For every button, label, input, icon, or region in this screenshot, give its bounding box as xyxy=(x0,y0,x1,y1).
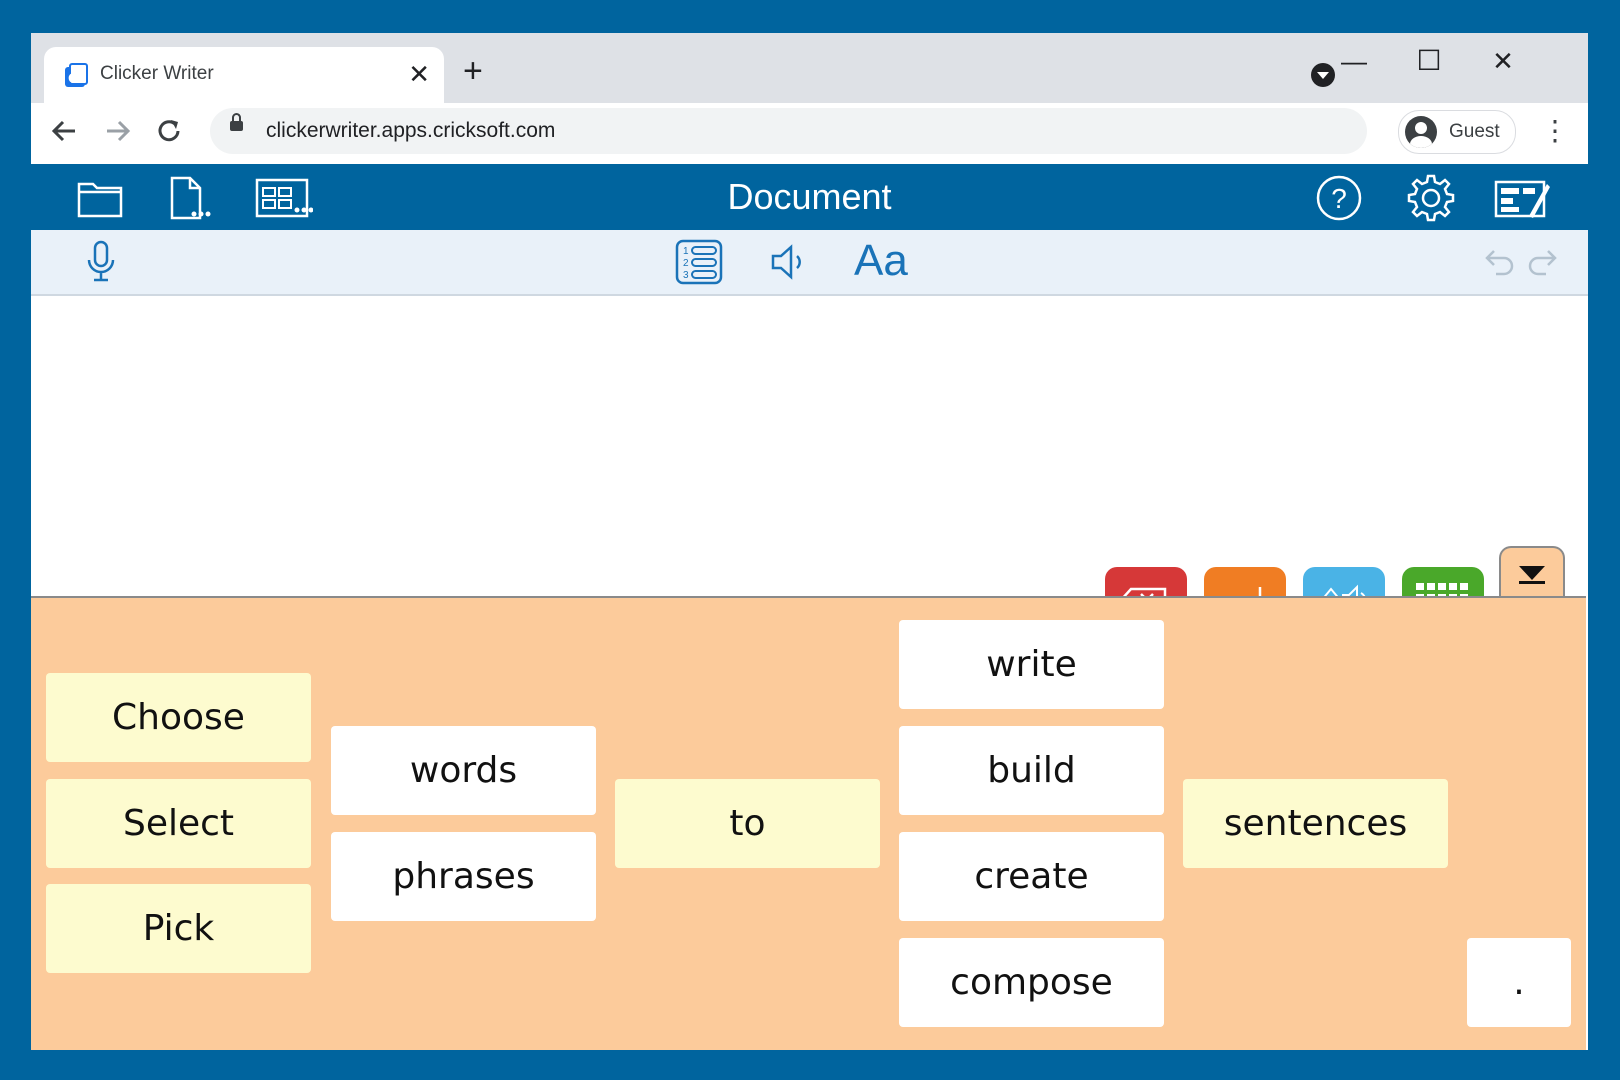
grid-cell-choose[interactable]: Choose xyxy=(46,673,311,762)
tab-title: Clicker Writer xyxy=(100,63,214,84)
collapse-arrow-icon xyxy=(1519,566,1545,584)
grid-cell-words[interactable]: words xyxy=(331,726,596,815)
profile-label: Guest xyxy=(1449,121,1500,142)
help-icon[interactable]: ? xyxy=(1313,172,1365,224)
speaker-icon[interactable] xyxy=(765,238,815,286)
microphone-icon[interactable] xyxy=(76,238,126,286)
grid-cell-compose[interactable]: compose xyxy=(899,938,1164,1027)
svg-text:?: ? xyxy=(1331,183,1347,214)
undo-icon[interactable] xyxy=(1478,238,1518,286)
font-settings-icon[interactable]: Aa xyxy=(854,236,908,286)
browser-window: C Clicker Writer ✕ + — ☐ ✕ clickerwriter… xyxy=(31,33,1588,1050)
clicker-grid: Choose Select Pick words phrases to writ… xyxy=(31,596,1586,1050)
grid-cell-pick[interactable]: Pick xyxy=(46,884,311,973)
clicker-favicon-icon: C xyxy=(65,63,88,87)
svg-text:3: 3 xyxy=(683,270,689,281)
gear-icon[interactable] xyxy=(1405,172,1457,224)
app-header: Document ? xyxy=(31,164,1588,230)
collapse-grid-button[interactable] xyxy=(1499,546,1565,598)
avatar-icon xyxy=(1405,116,1437,148)
svg-text:1: 1 xyxy=(683,246,689,257)
document-area[interactable] xyxy=(31,296,1588,596)
grid-cell-sentences[interactable]: sentences xyxy=(1183,779,1448,868)
grid-cell-build[interactable]: build xyxy=(899,726,1164,815)
lock-icon xyxy=(230,113,243,131)
grid-cell-to[interactable]: to xyxy=(615,779,880,868)
back-arrow-icon[interactable] xyxy=(45,111,85,151)
tab-search-icon[interactable] xyxy=(1311,63,1335,87)
profile-button[interactable]: Guest xyxy=(1398,110,1516,154)
svg-text:C: C xyxy=(68,72,78,87)
browser-tab[interactable]: C Clicker Writer ✕ xyxy=(44,47,444,103)
numbered-list-icon[interactable]: 1 2 3 xyxy=(674,238,724,286)
close-window-button[interactable]: ✕ xyxy=(1483,41,1523,81)
grid-cell-write[interactable]: write xyxy=(899,620,1164,709)
grid-cell-phrases[interactable]: phrases xyxy=(331,832,596,921)
url-text: clickerwriter.apps.cricksoft.com xyxy=(266,119,556,142)
address-bar[interactable]: clickerwriter.apps.cricksoft.com xyxy=(210,108,1367,154)
reload-icon[interactable] xyxy=(149,111,189,151)
maximize-button[interactable]: ☐ xyxy=(1409,41,1449,81)
browser-toolbar: clickerwriter.apps.cricksoft.com Guest ⋮ xyxy=(31,103,1588,163)
forward-arrow-icon[interactable] xyxy=(97,111,137,151)
grid-cell-select[interactable]: Select xyxy=(46,779,311,868)
new-tab-button[interactable]: + xyxy=(463,51,483,91)
svg-text:2: 2 xyxy=(683,258,689,269)
document-toolbar: 1 2 3 Aa xyxy=(31,230,1588,296)
redo-icon[interactable] xyxy=(1524,238,1564,286)
tab-strip: C Clicker Writer ✕ + — ☐ ✕ xyxy=(31,33,1588,103)
minimize-button[interactable]: — xyxy=(1334,41,1374,81)
tab-close-icon[interactable]: ✕ xyxy=(408,59,430,89)
grid-cell-full-stop[interactable]: . xyxy=(1467,938,1571,1027)
grid-cell-create[interactable]: create xyxy=(899,832,1164,921)
edit-grid-icon[interactable] xyxy=(1493,172,1551,224)
browser-menu-icon[interactable]: ⋮ xyxy=(1541,111,1569,151)
